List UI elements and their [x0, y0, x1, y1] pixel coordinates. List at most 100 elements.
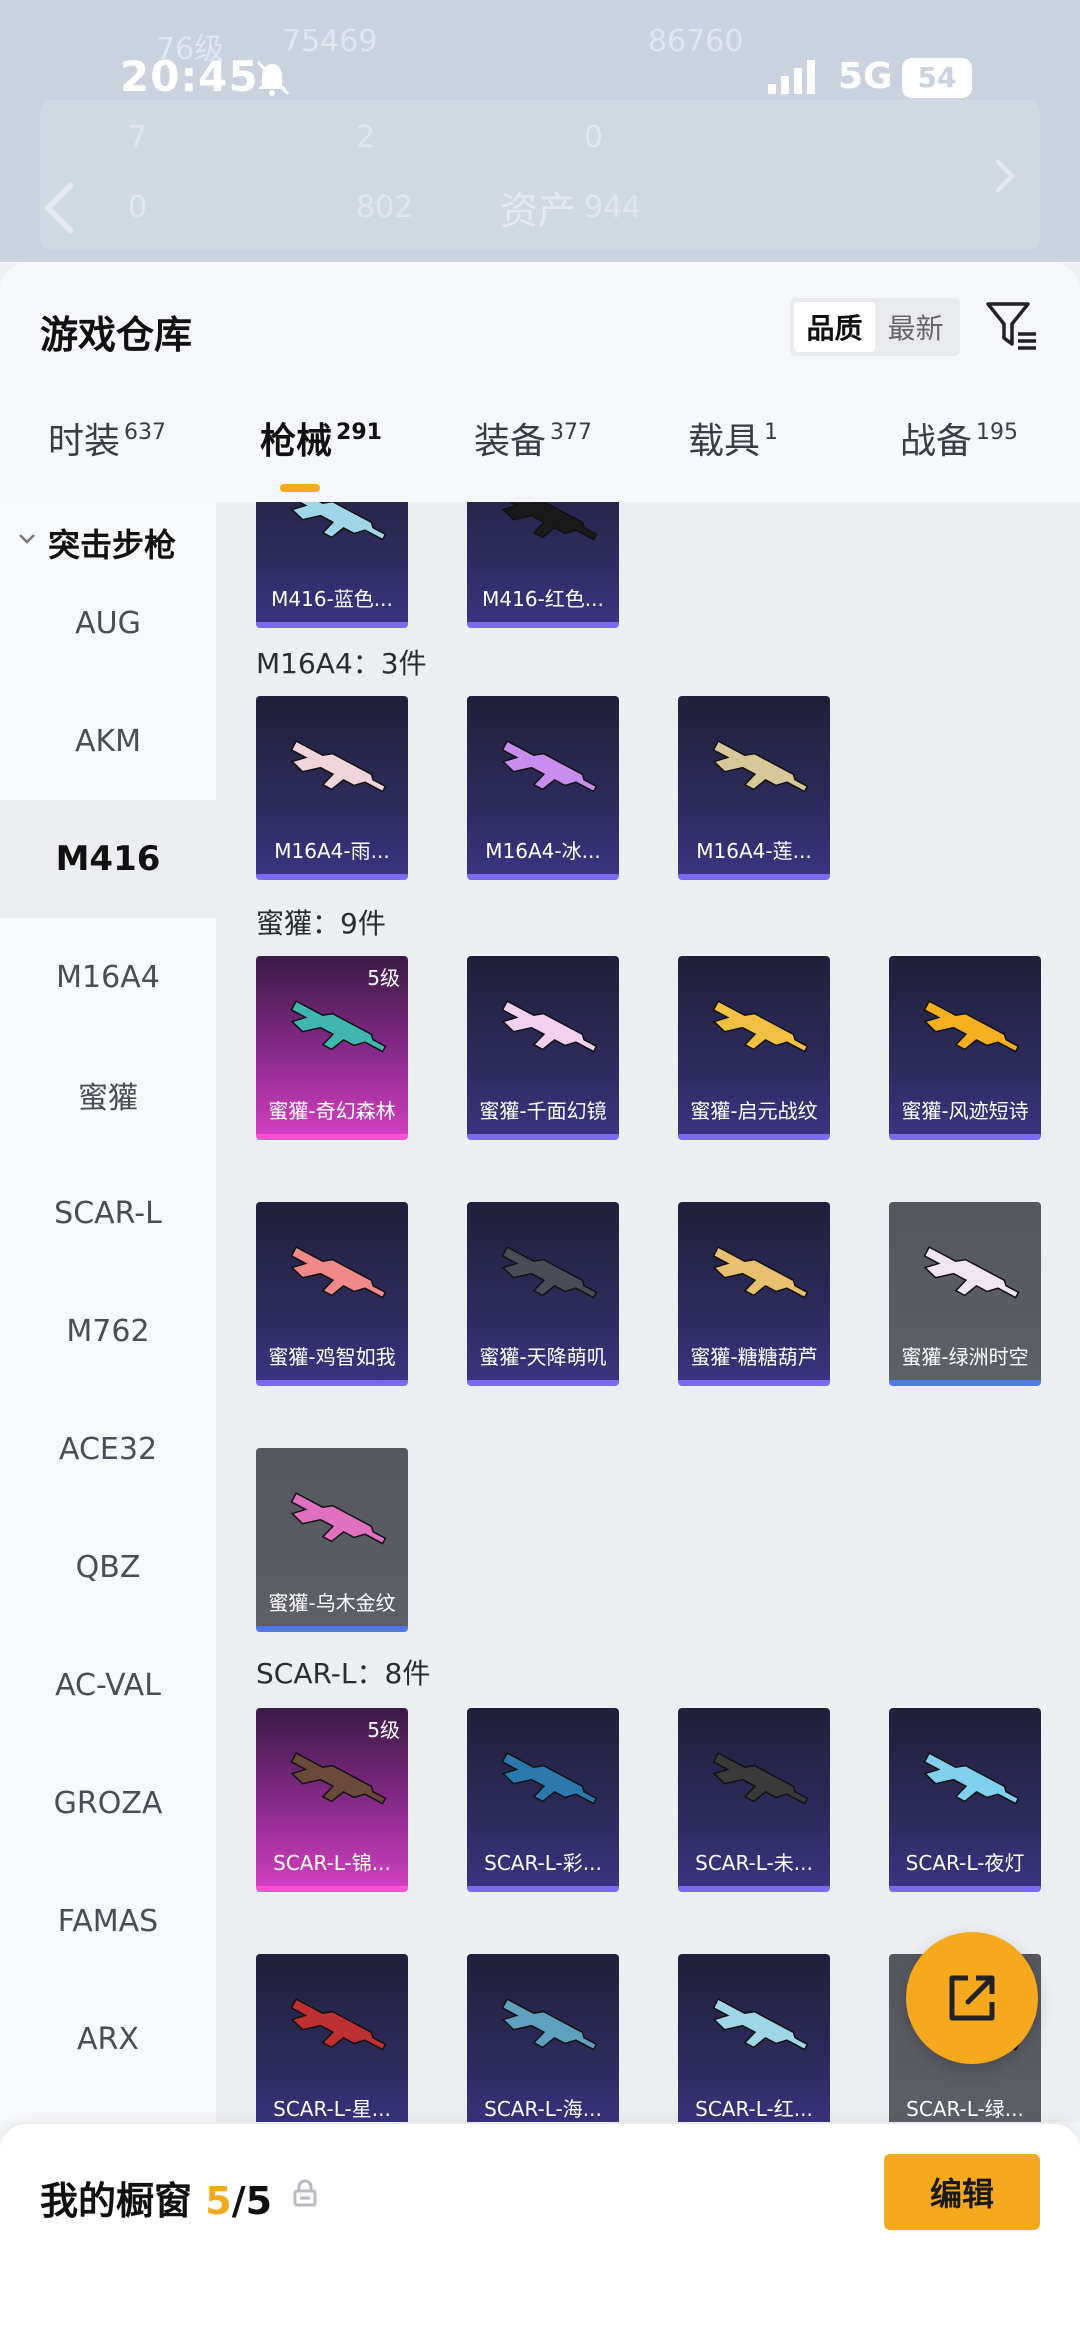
sheet-header: 游戏仓库 品质 最新 时装 637 枪械 291 装备 377 载具 1 战备 195: [0, 262, 1080, 502]
rifle-body: [923, 1246, 1020, 1299]
sidebar-item-arx[interactable]: ARX: [0, 1980, 216, 2098]
skin-card-honey-badger[interactable]: 5级 蜜獾-奇幻森林: [256, 956, 408, 1140]
skin-name: 蜜獾-天降萌叽: [479, 1345, 607, 1369]
skin-name: SCAR-L-红...: [695, 2097, 813, 2121]
rifle-icon: [712, 1000, 809, 1053]
sidebar-item-m762[interactable]: M762: [0, 1272, 216, 1390]
chevron-down-icon: [19, 534, 35, 544]
skin-name: 蜜獾-启元战纹: [690, 1099, 818, 1123]
sort-newest-button[interactable]: 最新: [875, 302, 956, 352]
share-external-icon: [949, 1975, 995, 2021]
skin-card-m16a4[interactable]: M16A4-莲...: [678, 696, 830, 880]
skin-card-honey-badger[interactable]: 蜜獾-千面幻镜: [467, 956, 619, 1140]
tab-vehicles[interactable]: 载具 1: [688, 412, 778, 502]
skin-name: 蜜獾-风迹短诗: [901, 1099, 1029, 1123]
rifle-body: [712, 740, 809, 793]
skin-name: 蜜獾-千面幻镜: [479, 1099, 607, 1123]
tab-equipment[interactable]: 装备 377: [474, 412, 592, 502]
sidebar-item-m416[interactable]: M416: [0, 800, 216, 918]
skin-card-scar-l[interactable]: SCAR-L-海...: [467, 1954, 619, 2122]
tab-fashion[interactable]: 时装 637: [48, 412, 166, 502]
skin-name: 蜜獾-绿洲时空: [901, 1345, 1029, 1369]
skin-card-honey-badger[interactable]: 蜜獾-鸡智如我: [256, 1202, 408, 1386]
sidebar-item-aug[interactable]: AUG: [0, 564, 216, 682]
section-title-honey-badger: 蜜獾：9件: [256, 907, 386, 940]
rifle-body: [501, 1752, 598, 1805]
skin-card-scar-l[interactable]: SCAR-L-未...: [678, 1708, 830, 1892]
skin-card-scar-l[interactable]: SCAR-L-夜灯: [889, 1708, 1041, 1892]
skin-name: 蜜獾-鸡智如我: [268, 1345, 396, 1369]
skin-name: SCAR-L-夜灯: [905, 1851, 1025, 1875]
skin-card-m416[interactable]: M416-蓝色...: [256, 502, 408, 628]
ghost-assets-label: 资产: [500, 189, 577, 233]
filter-icon[interactable]: [984, 298, 1040, 354]
skin-name: SCAR-L-星...: [273, 2097, 391, 2121]
skin-card-m16a4[interactable]: M16A4-冰...: [467, 696, 619, 880]
skin-name: M416-红色...: [482, 587, 604, 611]
weapon-skin-grid: M416-蓝色... M416-红色... M16A4：3件 M16A4-雨..…: [216, 502, 1080, 2122]
skin-name: 蜜獾-奇幻森林: [268, 1099, 396, 1123]
showcase-title: 我的橱窗: [40, 2179, 193, 2223]
tab-firearms[interactable]: 枪械 291: [260, 412, 382, 502]
skin-card-honey-badger[interactable]: 蜜獾-天降萌叽: [467, 1202, 619, 1386]
rifle-icon: [290, 1492, 387, 1545]
skin-card-m416[interactable]: M416-红色...: [467, 502, 619, 628]
tab-label: 时装: [48, 421, 121, 462]
tab-count: 377: [550, 420, 593, 445]
skin-card-honey-badger[interactable]: 蜜獾-乌木金纹: [256, 1448, 408, 1632]
sidebar-item-groza[interactable]: GROZA: [0, 1744, 216, 1862]
page-title: 游戏仓库: [40, 313, 193, 357]
sidebar-item-m16a4[interactable]: M16A4: [0, 918, 216, 1036]
sort-quality-button[interactable]: 品质: [794, 302, 875, 352]
skin-name: M416-蓝色...: [271, 587, 393, 611]
share-fab-button[interactable]: [906, 1932, 1038, 2064]
active-tab-indicator: [280, 484, 320, 492]
rifle-body: [712, 1998, 809, 2051]
chevron-right-icon: [996, 160, 1015, 192]
skin-card-honey-badger[interactable]: 蜜獾-风迹短诗: [889, 956, 1041, 1140]
skin-card-scar-l[interactable]: SCAR-L-彩...: [467, 1708, 619, 1892]
sidebar-item-famas[interactable]: FAMAS: [0, 1862, 216, 1980]
edit-button[interactable]: 编辑: [884, 2154, 1040, 2230]
rifle-icon: [712, 1998, 809, 2051]
skin-card-scar-l[interactable]: SCAR-L-红...: [678, 1954, 830, 2122]
mute-bell-icon: [256, 60, 290, 96]
tab-label: 装备: [474, 421, 547, 462]
rifle-body: [290, 1492, 387, 1545]
rifle-body: [501, 740, 598, 793]
background-overlay[interactable]: 76级 75469 86760 7 2 0 0 802 资产 944 20:45…: [0, 0, 1080, 262]
rifle-icon: [290, 740, 387, 793]
skin-card-honey-badger[interactable]: 蜜獾-糖糖葫芦: [678, 1202, 830, 1386]
sidebar-item-scar-l[interactable]: SCAR-L: [0, 1154, 216, 1272]
network-type: 5G: [838, 56, 893, 97]
sidebar-item-honey-badger[interactable]: 蜜獾: [0, 1036, 216, 1154]
showcase-count: 5: [205, 2179, 232, 2223]
skin-card-scar-l[interactable]: 5级 SCAR-L-锦...: [256, 1708, 408, 1892]
rifle-body: [290, 1998, 387, 2051]
skin-name: SCAR-L-海...: [484, 2097, 602, 2121]
rifle-body: [501, 502, 598, 541]
skin-card-scar-l[interactable]: SCAR-L-星...: [256, 1954, 408, 2122]
skin-name: M16A4-雨...: [274, 839, 390, 863]
rifle-icon: [501, 502, 598, 541]
skin-name: SCAR-L-未...: [695, 1851, 813, 1875]
skin-card-m16a4[interactable]: M16A4-雨...: [256, 696, 408, 880]
skin-card-honey-badger[interactable]: 蜜獾-启元战纹: [678, 956, 830, 1140]
sidebar-item-akm[interactable]: AKM: [0, 682, 216, 800]
rifle-body: [290, 502, 387, 541]
skin-card-honey-badger[interactable]: 蜜獾-绿洲时空: [889, 1202, 1041, 1386]
skin-name: M16A4-冰...: [485, 839, 601, 863]
rifle-body: [290, 1246, 387, 1299]
rifle-icon: [501, 1752, 598, 1805]
sidebar-item-ace32[interactable]: ACE32: [0, 1390, 216, 1508]
rifle-icon: [712, 1752, 809, 1805]
skin-name: M16A4-莲...: [696, 839, 812, 863]
sidebar-item-ac-val[interactable]: AC-VAL: [0, 1626, 216, 1744]
sidebar-item-qbz[interactable]: QBZ: [0, 1508, 216, 1626]
ghost-stat: 802: [356, 190, 414, 225]
tab-supplies[interactable]: 战备 195: [900, 412, 1018, 502]
tab-count: 637: [124, 420, 167, 445]
rifle-icon: [290, 1000, 387, 1053]
rifle-body: [712, 1000, 809, 1053]
rifle-body: [290, 1000, 387, 1053]
